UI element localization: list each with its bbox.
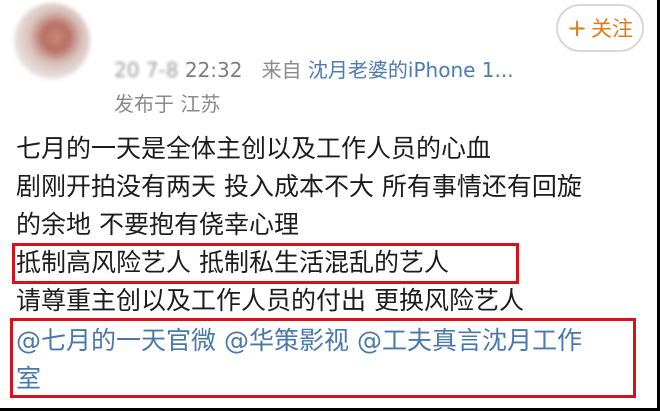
post-meta: 20 7-8 22:32 来自 沈月老婆的iPhone 1...: [114, 54, 514, 83]
post-date-blurred: 20 7-8: [114, 58, 179, 82]
highlight-box: [12, 243, 519, 284]
post-line: 请尊重主创以及工作人员的付出 更换风险艺人: [16, 286, 524, 315]
post-line: 的余地 不要抱有侥幸心理: [16, 210, 299, 239]
post-time: 22:32: [184, 58, 243, 82]
device-link[interactable]: 沈月老婆的iPhone 1...: [308, 58, 514, 82]
post-line: 七月的一天是全体主创以及工作人员的心血: [16, 134, 492, 163]
highlight-box: [10, 318, 636, 398]
avatar[interactable]: [14, 3, 90, 79]
plus-icon: +: [566, 14, 588, 42]
follow-label: 关注: [591, 17, 634, 41]
source-prefix: 来自: [261, 58, 302, 82]
follow-button[interactable]: + 关注: [556, 4, 644, 52]
post-location: 发布于 江苏: [114, 92, 221, 116]
post-body: 七月的一天是全体主创以及工作人员的心血 剧刚开拍没有两天 投入成本不大 所有事情…: [16, 130, 646, 320]
weibo-post-screenshot: 20 7-8 22:32 来自 沈月老婆的iPhone 1... 发布于 江苏 …: [0, 0, 660, 411]
post-line: 剧刚开拍没有两天 投入成本不大 所有事情还有回旋: [16, 172, 582, 201]
